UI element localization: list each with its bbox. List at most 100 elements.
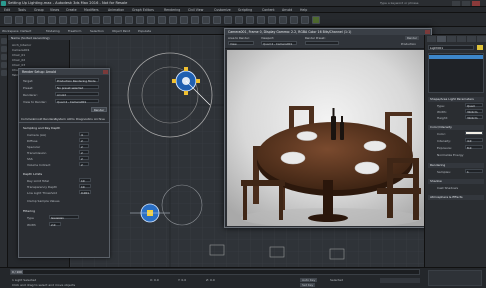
menu-item-civil-view[interactable]: Civil View [188, 8, 203, 12]
percent-snap-icon[interactable] [180, 16, 188, 24]
menu-item-group[interactable]: Group [34, 8, 44, 12]
redo-icon[interactable] [15, 16, 23, 24]
tab-arnold-renderer[interactable]: Arnold Renderer [33, 117, 56, 121]
normalize-energy-checkbox[interactable]: Normalize Energy [437, 153, 464, 157]
menu-item-tools[interactable]: Tools [18, 8, 26, 12]
scene-item[interactable]: Chair_02 [12, 58, 25, 62]
depth-header[interactable]: Depth Limits [23, 172, 42, 176]
menu-item-edit[interactable]: Edit [4, 8, 10, 12]
named-sets-icon[interactable] [202, 16, 210, 24]
scene-item[interactable]: Camera001 [12, 48, 30, 52]
ribbon-tab-freeform[interactable]: Freeform [68, 29, 81, 33]
render-button[interactable]: Render [91, 107, 107, 112]
light-color-swatch[interactable] [465, 131, 483, 135]
scale-icon[interactable] [125, 16, 133, 24]
sampling-header[interactable]: Sampling and Ray Depth [23, 126, 60, 130]
ref-coord-icon[interactable] [136, 16, 144, 24]
modifier-stack[interactable] [428, 53, 484, 93]
rotate-tool-icon[interactable] [1, 54, 7, 60]
display-tab[interactable] [467, 36, 476, 42]
create-tab[interactable] [427, 36, 436, 42]
render-preset-dropdown[interactable] [305, 41, 339, 45]
menu-item-rendering[interactable]: Rendering [164, 8, 180, 12]
scene-item[interactable]: Chair_03 [12, 63, 25, 67]
section-name-and-color[interactable]: Shape/Area Light Parameters [428, 97, 484, 102]
tab-diagnostics[interactable]: Diagnostics [76, 117, 93, 121]
snaps-icon[interactable] [158, 16, 166, 24]
menu-item-views[interactable]: Views [50, 8, 59, 12]
select-icon[interactable] [59, 16, 67, 24]
material-editor-icon[interactable] [279, 16, 287, 24]
curve-editor-icon[interactable] [257, 16, 265, 24]
ribbon-tab-selection[interactable]: Selection [90, 29, 104, 33]
frame-buffer-close-button[interactable] [425, 30, 430, 34]
ribbon-tab-object-paint[interactable]: Object Paint [112, 29, 130, 33]
menu-item-graph-editors[interactable]: Graph Editors [132, 8, 154, 12]
spinner-snap-icon[interactable] [191, 16, 199, 24]
ribbon-tab-populate[interactable]: Populate [138, 29, 151, 33]
render-setup-title[interactable]: Render Setup: Arnold [19, 69, 109, 75]
unlink-icon[interactable] [37, 16, 45, 24]
coord-x[interactable]: X: 0.0 [150, 278, 159, 282]
selected-filter-dropdown[interactable]: Selected [330, 278, 343, 282]
render-setup-icon[interactable] [290, 16, 298, 24]
coord-z[interactable]: Z: 0.0 [206, 278, 215, 282]
motion-tab[interactable] [457, 36, 466, 42]
undo-icon[interactable] [4, 16, 12, 24]
menu-item-create[interactable]: Create [66, 8, 77, 12]
section-color-intensity[interactable]: Color/Intensity [428, 125, 484, 130]
utilities-tab[interactable] [477, 36, 486, 42]
menu-item-animation[interactable]: Animation [108, 8, 124, 12]
close-button[interactable] [472, 1, 480, 6]
workspace-selector[interactable]: Workspace: Default [2, 29, 31, 33]
tab-aovs[interactable]: AOVs [67, 117, 75, 121]
section-atmosphere[interactable]: Atmosphere & Effects [428, 195, 484, 200]
viewport-nav-controls[interactable] [428, 270, 482, 286]
scene-explorer-header-label[interactable]: Name (Sorted Ascending) [11, 36, 50, 40]
window-crossing-icon[interactable] [92, 16, 100, 24]
scene-item[interactable]: Arch_Interior [12, 43, 31, 47]
align-icon[interactable] [224, 16, 232, 24]
mirror-icon[interactable] [213, 16, 221, 24]
filtering-header[interactable]: Filtering [23, 209, 35, 213]
section-shadow[interactable]: Shadow [428, 179, 484, 184]
rect-select-icon[interactable] [81, 16, 89, 24]
menu-item-content[interactable]: Content [262, 8, 275, 12]
layer-tool-icon[interactable] [1, 70, 7, 76]
render-setup-close-button[interactable] [103, 70, 108, 74]
menu-item-customize[interactable]: Customize [214, 8, 231, 12]
tab-system[interactable]: System [55, 117, 66, 121]
ribbon-tab-modeling[interactable]: Modeling [46, 29, 60, 33]
bind-icon[interactable] [48, 16, 56, 24]
angle-snap-icon[interactable] [169, 16, 177, 24]
search-field[interactable]: Type a keyword or phrase [380, 1, 419, 5]
timeline-slider[interactable]: 0 / 100 [10, 269, 420, 275]
menu-item-scripting[interactable]: Scripting [238, 8, 252, 12]
graphite-icon[interactable] [246, 16, 254, 24]
rotate-icon[interactable] [114, 16, 122, 24]
tab-archive[interactable]: Archive [94, 117, 105, 121]
move-tool-icon[interactable] [1, 46, 7, 52]
move-icon[interactable] [103, 16, 111, 24]
object-color-swatch[interactable] [477, 45, 483, 50]
auto-key-button[interactable]: Auto Key [300, 278, 318, 282]
set-key-button[interactable]: Set Key [300, 283, 316, 287]
section-rendering[interactable]: Rendering [428, 163, 484, 168]
render-icon[interactable] [312, 16, 320, 24]
menu-item-modifiers[interactable]: Modifiers [84, 8, 99, 12]
schematic-icon[interactable] [268, 16, 276, 24]
cast-shadows-checkbox[interactable]: Cast Shadows [437, 186, 458, 190]
layers-icon[interactable] [235, 16, 243, 24]
rendered-frame-icon[interactable] [301, 16, 309, 24]
minimize-button[interactable] [452, 1, 460, 6]
frame-buffer-render-button[interactable]: Render [405, 36, 419, 40]
scale-tool-icon[interactable] [1, 62, 7, 68]
menu-item-arnold[interactable]: Arnold [282, 8, 292, 12]
link-icon[interactable] [26, 16, 34, 24]
coord-y[interactable]: Y: 0.0 [178, 278, 186, 282]
clamp-checkbox-label[interactable]: Clamp Sample Values [27, 199, 60, 203]
maximize-button[interactable] [462, 1, 470, 6]
modifier-stack-item[interactable] [429, 55, 483, 59]
select-tool-icon[interactable] [1, 38, 7, 44]
select-by-name-icon[interactable] [70, 16, 78, 24]
